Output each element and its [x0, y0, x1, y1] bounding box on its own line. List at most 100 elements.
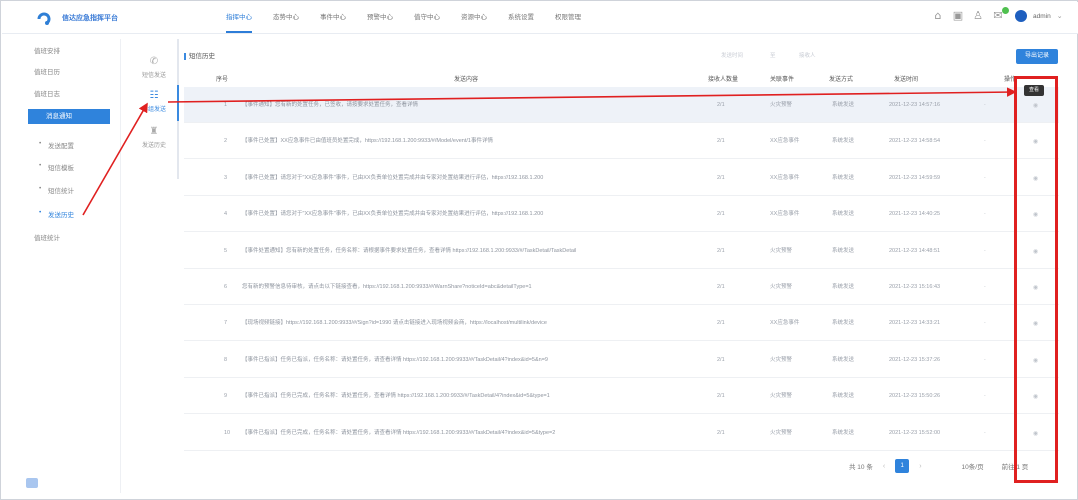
cell-way: 系统发送 [832, 211, 855, 218]
cell-count: 2/1 [717, 174, 725, 181]
date-start-input[interactable]: 发送时间 [721, 51, 761, 62]
phone-icon: ✆ [149, 56, 159, 67]
table-row[interactable]: 6 您有新的预警信息待审核，请点击以下链接查看，https://192.168.1… [184, 269, 1059, 305]
cell-n: 10 [224, 429, 231, 436]
cell-n: 2 [224, 138, 228, 145]
group-icon: ☷ [149, 90, 159, 101]
table-row[interactable]: 7 【现场视频链接】https://192.168.1.200:9933/#/Si… [184, 305, 1059, 342]
pagination: 共 10 条 ‹ 1 › 10条/页 前往 1 页 [849, 459, 1028, 473]
table-row[interactable]: 10 【事件已指派】任务已完成，任务名称：请处置任务，请查看详情 https://… [184, 415, 1059, 451]
table-row[interactable]: 8 【事件已指派】任务已指派，任务名称：请处置任务，请查看详情 https://1… [184, 342, 1059, 378]
column-header-index: 序号 [216, 77, 229, 83]
view-icon[interactable]: ◉ [1032, 102, 1039, 109]
nav-item-permissions[interactable]: 权限管理 [555, 2, 581, 34]
cell-way: 系统发送 [832, 284, 855, 290]
sub-tabs: ✆ 短信发送 ☷ 群组发送 ♜ 发送历史 [131, 39, 179, 179]
sidebar-item-schedule[interactable]: 值班安排 [34, 45, 60, 55]
view-icon[interactable]: ◉ [1032, 138, 1039, 145]
main-nav: 指挥中心 态势中心 事件中心 预警中心 值守中心 资源中心 系统设置 权限管理 [226, 2, 581, 34]
sidebar-item-calendar[interactable]: 值班日历 [34, 66, 60, 76]
view-icon[interactable]: ◉ [1032, 175, 1039, 182]
column-header-count: 接收人数量 [708, 77, 739, 83]
sidebar-sub-config[interactable]: 发送配置 [39, 140, 74, 150]
cell-event: XX应急事件 [770, 174, 800, 181]
tab-sms-send[interactable]: ✆ 短信发送 [131, 51, 177, 87]
view-icon[interactable]: ◉ [1032, 320, 1039, 327]
message-icon[interactable]: ✉ [991, 7, 1009, 23]
header-actions: ⌂ ▣ ♙ ✉ admin ⌄ [931, 7, 1063, 23]
table-row[interactable]: 9 【事件已指派】任务已完成，任务名称：请处置任务，查看详情 https://19… [184, 378, 1059, 415]
nav-item-situation[interactable]: 态势中心 [273, 2, 299, 34]
table-row[interactable]: 5 【事件处置通知】您有新的处置任务，任务名称：请根据事件要求处置任务，查看详情 … [184, 233, 1059, 269]
chevron-down-icon[interactable]: ⌄ [1057, 12, 1063, 20]
table-row[interactable]: 1 【事件通知】您有新的处置任务，已签收，请按要求处置任务，查看详情 2/1 火灾预警… [184, 87, 1059, 123]
app-title: 信达应急指挥平台 [62, 15, 118, 22]
page-button-current[interactable]: 1 [895, 459, 910, 473]
cell-time: 2021-12-23 14:59:59 [889, 174, 941, 181]
cell-time: 2021-12-23 14:40:25 [889, 211, 941, 218]
cell-n: 1 [224, 102, 228, 108]
cell-content: 【事件已处置】请您对于"XX应急事件"事件，已由XX负责单位处置完成并由专家对处… [242, 174, 544, 181]
cell-separator: · [984, 393, 986, 400]
cell-time: 2021-12-23 15:50:26 [889, 393, 941, 400]
table-row[interactable]: 3 【事件已处置】请您对于"XX应急事件"事件，已由XX负责单位处置完成并由专家对… [184, 160, 1059, 196]
cell-separator: · [984, 102, 986, 108]
view-icon[interactable]: ◉ [1032, 211, 1039, 218]
nav-item-warning[interactable]: 预警中心 [367, 2, 393, 34]
sidebar-item-notifications[interactable]: 消息通知 [28, 109, 110, 124]
cell-event: XX应急事件 [770, 138, 800, 145]
cell-count: 2/1 [717, 320, 725, 327]
page-title: 短信历史 [184, 53, 215, 60]
sidebar-item-log[interactable]: 值班日志 [34, 88, 60, 98]
user-icon[interactable]: ♙ [971, 9, 985, 23]
view-icon[interactable]: ◉ [1032, 393, 1039, 400]
tab-send-history[interactable]: ♜ 发送历史 [131, 121, 177, 157]
cell-time: 2021-12-23 15:16:43 [889, 284, 941, 290]
nav-item-duty[interactable]: 值守中心 [414, 2, 440, 34]
table-row[interactable]: 4 【事件已处置】请您对于"XX应急事件"事件，已由XX负责单位处置完成并由专家对… [184, 196, 1059, 233]
username[interactable]: admin [1033, 13, 1051, 20]
sidebar-sub-templates[interactable]: 短信模板 [39, 162, 74, 172]
nav-item-settings[interactable]: 系统设置 [508, 2, 534, 34]
cell-event: XX应急事件 [770, 320, 800, 327]
sidebar-item-statistics[interactable]: 值班统计 [34, 232, 60, 242]
cell-way: 系统发送 [832, 429, 855, 436]
home-icon[interactable]: ⌂ [931, 9, 945, 23]
sidebar-sub-history[interactable]: 发送历史 [39, 209, 74, 219]
avatar[interactable] [1015, 10, 1027, 22]
cell-content: 【事件已指派】任务已完成，任务名称：请处置任务，查看详情 https://192… [242, 393, 550, 400]
table-row[interactable]: 2 【事件已处置】XX应急事件已由值班员处置完成，https://192.168.… [184, 123, 1059, 160]
cell-content: 【事件已处置】请您对于"XX应急事件"事件，已由XX负责单位处置完成并由专家对处… [242, 211, 544, 218]
logo-icon [37, 12, 51, 25]
view-icon[interactable]: ◉ [1032, 284, 1039, 291]
cell-n: 4 [224, 211, 228, 218]
nav-item-events[interactable]: 事件中心 [320, 2, 346, 34]
sidebar-sub-stats[interactable]: 短信统计 [39, 185, 74, 195]
next-page-icon[interactable]: › [919, 463, 921, 470]
nav-item-resources[interactable]: 资源中心 [461, 2, 487, 34]
column-header-method: 发送方式 [829, 77, 854, 83]
view-icon[interactable]: ◉ [1032, 248, 1039, 255]
cell-n: 9 [224, 393, 228, 400]
page-size-select[interactable]: 10条/页 [962, 461, 984, 471]
cell-n: 8 [224, 356, 228, 363]
cell-event: 火灾预警 [770, 247, 793, 254]
cell-time: 2021-12-23 15:37:26 [889, 356, 941, 363]
collapse-icon[interactable] [26, 478, 38, 488]
view-icon[interactable]: ◉ [1032, 430, 1039, 437]
cell-count: 2/1 [717, 247, 725, 254]
cell-n: 5 [224, 247, 228, 254]
cell-way: 系统发送 [832, 138, 855, 145]
screen-icon[interactable]: ▣ [951, 9, 965, 23]
view-icon[interactable]: ◉ [1032, 357, 1039, 364]
cell-separator: · [984, 211, 986, 218]
tab-group-send[interactable]: ☷ 群组发送 [131, 85, 179, 121]
column-header-content: 发送内容 [454, 77, 479, 83]
recipient-input[interactable]: 接收人 [799, 51, 839, 62]
cell-separator: · [984, 429, 986, 436]
cell-content: 【现场视频链接】https://192.168.1.200:9933/#/Sig… [242, 320, 547, 327]
nav-item-command[interactable]: 指挥中心 [226, 2, 252, 34]
tooltip: 查看 [1024, 85, 1044, 96]
export-button[interactable]: 导出记录 [1016, 49, 1058, 64]
prev-page-icon[interactable]: ‹ [883, 463, 885, 470]
